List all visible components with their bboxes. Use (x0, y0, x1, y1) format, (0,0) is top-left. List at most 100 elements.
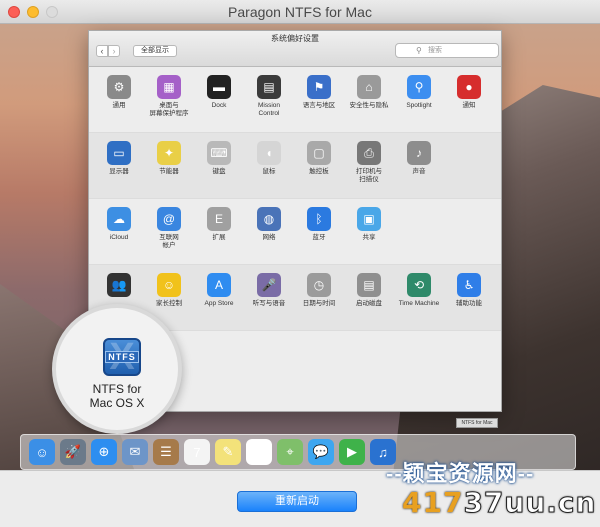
prefs-grid: ⚙ 通用 ▦ 桌面与 屏幕保护程序 ▬ Dock ▤ Mission Control ⚑ 语言与地… (89, 67, 501, 331)
back-button[interactable]: ‹ (96, 45, 108, 57)
pref-label: 通用 (112, 102, 126, 109)
pref-label: Dock (211, 102, 227, 109)
pref-item-general[interactable]: ⚙ 通用 (97, 75, 141, 110)
energy-saver-icon: ✦ (157, 141, 181, 165)
pref-item-sound[interactable]: ♪ 声音 (397, 141, 441, 176)
pref-item-language[interactable]: ⚑ 语言与地区 (297, 75, 341, 110)
pref-item-sharing[interactable]: ▣ 共享 (347, 207, 391, 242)
maps-icon[interactable]: ⌖ (277, 439, 303, 465)
search-placeholder: 搜索 (428, 47, 442, 54)
pref-item-network[interactable]: ◍ 网络 (247, 207, 291, 242)
pref-label: 扩展 (212, 234, 226, 241)
sound-icon: ♪ (407, 141, 431, 165)
pref-label: 通知 (462, 102, 476, 109)
pref-label: 启动磁盘 (356, 300, 382, 307)
mouse-icon: ◖ (257, 141, 281, 165)
accessibility-icon: ♿ (457, 273, 481, 297)
pref-label: 语言与地区 (302, 102, 336, 109)
pref-item-bluetooth[interactable]: ᛒ 蓝牙 (297, 207, 341, 242)
pref-label: 家长控制 (156, 300, 182, 307)
ntfs-for-mac-icon[interactable]: X NTFS (103, 338, 141, 376)
pref-item-extensions[interactable]: E 扩展 (197, 207, 241, 242)
pref-label: 辅助功能 (456, 300, 482, 307)
corner-badge: NTFS for Mac (456, 418, 498, 428)
mail-icon[interactable]: ✉ (122, 439, 148, 465)
sharing-icon: ▣ (357, 207, 381, 231)
pref-label: Time Machine (398, 300, 440, 307)
watermark-domain-text: 37uu.cn (463, 486, 597, 520)
calendar-icon[interactable]: 7 (184, 439, 210, 465)
facetime-icon[interactable]: ▶ (339, 439, 365, 465)
pref-item-keyboard[interactable]: ⌨ 键盘 (197, 141, 241, 176)
pref-label: 互联网 帐户 (159, 234, 179, 249)
app-store-icon: A (207, 273, 231, 297)
restart-button[interactable]: 重新启动 (237, 491, 357, 512)
ntfs-icon-text: NTFS (105, 351, 139, 363)
messages-icon[interactable]: 💬 (308, 439, 334, 465)
pref-item-internet-accounts[interactable]: @ 互联网 帐户 (147, 207, 191, 250)
app-titlebar: Paragon NTFS for Mac (0, 0, 600, 24)
date-time-icon: ◷ (307, 273, 331, 297)
pref-item-security[interactable]: ⌂ 安全性与隐私 (347, 75, 391, 110)
ntfs-pref-label: NTFS for Mac OS X (89, 382, 145, 410)
prefs-row: ☁ iCloud @ 互联网 帐户 E 扩展 ◍ 网络 ᛒ 蓝牙 ▣ 共享 (89, 199, 501, 265)
pref-label: 显示器 (109, 168, 129, 175)
pref-item-printers[interactable]: ⎙ 打印机与 扫描仪 (347, 141, 391, 184)
pref-item-displays[interactable]: ▭ 显示器 (97, 141, 141, 176)
pref-label: 声音 (412, 168, 426, 175)
pref-item-startup-disk[interactable]: ▤ 启动磁盘 (347, 273, 391, 308)
pref-item-accessibility[interactable]: ♿ 辅助功能 (447, 273, 491, 308)
search-input[interactable]: ⚲ 搜索 (395, 43, 499, 58)
pref-item-mouse[interactable]: ◖ 鼠标 (247, 141, 291, 176)
pref-label: Spotlight (406, 102, 432, 109)
finder-icon[interactable]: ☺ (29, 439, 55, 465)
forward-button[interactable]: › (108, 45, 120, 57)
parental-controls-icon: ☺ (157, 273, 181, 297)
pref-label: 蓝牙 (312, 234, 326, 241)
pref-label: 节能器 (159, 168, 179, 175)
prefs-titlebar: 系统偏好设置 ‹ › 全部显示 ⚲ 搜索 (89, 31, 501, 67)
startup-disk-icon: ▤ (357, 273, 381, 297)
pref-item-time-machine[interactable]: ⟲ Time Machine (397, 273, 441, 308)
mission-control-icon: ▤ (257, 75, 281, 99)
printers-icon: ⎙ (357, 141, 381, 165)
keyboard-icon: ⌨ (207, 141, 231, 165)
pref-item-dictation[interactable]: 🎤 听写与语音 (247, 273, 291, 308)
launchpad-icon[interactable]: 🚀 (60, 439, 86, 465)
language-icon: ⚑ (307, 75, 331, 99)
pref-label: Mission Control (257, 102, 281, 117)
notes-icon[interactable]: ✎ (215, 439, 241, 465)
internet-accounts-icon: @ (157, 207, 181, 231)
show-all-button[interactable]: 全部显示 (133, 45, 177, 57)
pref-item-energy-saver[interactable]: ✦ 节能器 (147, 141, 191, 176)
pref-item-trackpad[interactable]: ▢ 触控板 (297, 141, 341, 176)
app-title: Paragon NTFS for Mac (228, 4, 372, 20)
notifications-icon: ● (457, 75, 481, 99)
reminders-icon[interactable]: ☑ (246, 439, 272, 465)
app-window: Paragon NTFS for Mac 系统偏好设置 ‹ › 全部显示 ⚲ 搜… (0, 0, 600, 527)
network-icon: ◍ (257, 207, 281, 231)
users-icon: 👥 (107, 273, 131, 297)
pref-item-desktop[interactable]: ▦ 桌面与 屏幕保护程序 (147, 75, 191, 118)
desktop-icon: ▦ (157, 75, 181, 99)
pref-item-mission-control[interactable]: ▤ Mission Control (247, 75, 291, 118)
pref-item-users[interactable]: 👥 (97, 273, 141, 300)
search-icon: ⚲ (416, 46, 422, 55)
pref-label: 桌面与 屏幕保护程序 (149, 102, 189, 117)
pref-item-date-time[interactable]: ◷ 日期与时间 (297, 273, 341, 308)
pref-item-parental-controls[interactable]: ☺ 家长控制 (147, 273, 191, 308)
pref-item-spotlight[interactable]: ⚲ Spotlight (397, 75, 441, 110)
pref-label: 打印机与 扫描仪 (356, 168, 382, 183)
pref-label: 网络 (262, 234, 276, 241)
pref-label: 听写与语音 (252, 300, 286, 307)
safari-icon[interactable]: ⊕ (91, 439, 117, 465)
pref-label: App Store (204, 300, 234, 307)
pref-label: 鼠标 (262, 168, 276, 175)
pref-item-dock[interactable]: ▬ Dock (197, 75, 241, 110)
contacts-icon[interactable]: ☰ (153, 439, 179, 465)
watermark-number: 417 (402, 486, 464, 519)
pref-label: 日期与时间 (302, 300, 336, 307)
pref-item-icloud[interactable]: ☁ iCloud (97, 207, 141, 242)
pref-item-notifications[interactable]: ● 通知 (447, 75, 491, 110)
pref-item-app-store[interactable]: A App Store (197, 273, 241, 308)
